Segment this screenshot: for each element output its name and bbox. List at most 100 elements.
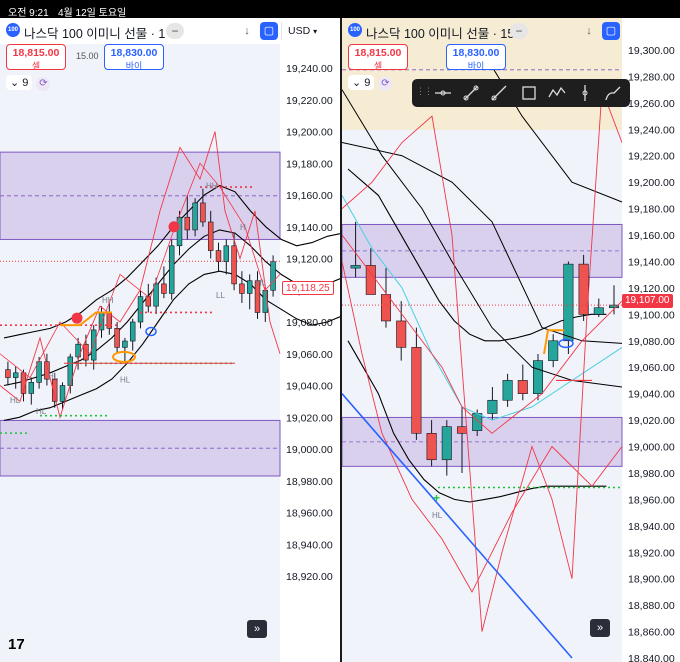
- price-tick-label: 19,180.00: [628, 204, 675, 216]
- price-tick-label: 19,000.00: [286, 444, 333, 456]
- candle-down: [207, 221, 214, 251]
- price-tick-label: 19,020.00: [628, 415, 675, 427]
- swing-label: HL: [36, 407, 47, 416]
- download-icon[interactable]: ↓: [582, 22, 596, 40]
- candle-down: [396, 320, 407, 348]
- chart-left-svg[interactable]: 19,240.00 19,220.00 19,200.00 19,180.00 19,1…: [0, 18, 340, 662]
- price-tick-label: 19,220.00: [286, 95, 333, 107]
- candle-up: [168, 245, 175, 294]
- candle-up: [36, 361, 42, 383]
- candle-up: [122, 340, 128, 348]
- candle-up: [593, 307, 604, 315]
- candle-down: [114, 328, 120, 348]
- minus-icon[interactable]: −: [166, 23, 184, 39]
- status-bar: 오전 9:21 4월 12일 토요일: [0, 0, 680, 19]
- buy-label: 바이: [467, 61, 485, 71]
- price-tick-label: 18,920.00: [628, 547, 675, 559]
- sell-button[interactable]: 18,815.00 셀: [6, 44, 66, 71]
- price-tick-label: 19,220.00: [628, 151, 675, 163]
- fullscreen-icon[interactable]: ▢: [260, 22, 278, 40]
- indicator-toggle[interactable]: ⌄ 9 ⟳: [348, 75, 393, 91]
- chart-header: 100 나스닥 100 이미니 선물 · 15 − ↓ ▢: [342, 18, 680, 44]
- price-tick-label: 19,160.00: [628, 230, 675, 242]
- download-icon[interactable]: ↓: [240, 22, 254, 40]
- price-tick-label: 18,860.00: [628, 627, 675, 639]
- minus-icon[interactable]: −: [510, 23, 528, 39]
- candle-down: [231, 245, 237, 285]
- fast-forward-icon[interactable]: »: [590, 619, 610, 637]
- candle-up: [350, 265, 361, 269]
- price-tick-label: 19,080.00: [628, 336, 675, 348]
- ray-tool-icon[interactable]: [490, 84, 508, 102]
- plus-marker: +: [433, 491, 440, 505]
- candle-down: [456, 426, 468, 434]
- price-tick-label: 18,960.00: [628, 494, 675, 506]
- buy-button[interactable]: 18,830.00 바이: [446, 44, 506, 71]
- chart-right-svg[interactable]: 19,300.00 19,280.00 19,260.00 19,240.00 19,2…: [342, 18, 680, 662]
- price-tick-label: 18,960.00: [286, 508, 333, 520]
- candle-down: [161, 283, 167, 294]
- signal-dot: [71, 312, 83, 324]
- currency-selector[interactable]: USD ▾: [281, 22, 340, 40]
- candle-up: [502, 380, 513, 401]
- chevron-down-icon: ⌄: [352, 77, 362, 89]
- trendline-tool-icon[interactable]: [462, 84, 480, 102]
- candle-up: [59, 385, 66, 402]
- candle-up: [246, 280, 253, 294]
- path-tool-icon[interactable]: [548, 84, 566, 102]
- candle-down: [83, 343, 89, 361]
- candle-up: [487, 399, 498, 414]
- candle-down: [578, 263, 589, 315]
- status-time: 오전 9:21: [8, 8, 49, 19]
- price-tick-label: 18,900.00: [628, 574, 675, 586]
- candle-up: [472, 413, 483, 431]
- candle-up: [28, 382, 35, 394]
- brush-tool-icon[interactable]: [604, 84, 622, 102]
- vertical-line-tool-icon[interactable]: [576, 84, 594, 102]
- price-axis-background: [280, 18, 340, 662]
- candle-up: [223, 245, 230, 262]
- candle-up: [67, 356, 74, 386]
- sell-label: 셀: [373, 61, 383, 71]
- swing-label: LL: [216, 291, 225, 300]
- candle-up: [563, 263, 574, 342]
- candle-down: [184, 216, 191, 231]
- drawing-toolbar: ⋮⋮: [412, 79, 630, 107]
- price-tick-label: 19,140.00: [628, 256, 675, 268]
- plot-background: [0, 18, 280, 662]
- swing-label: HL: [120, 375, 131, 384]
- symbol-title[interactable]: 나스닥 100 이미니 선물 · 1: [24, 23, 165, 42]
- drag-handle-icon[interactable]: ⋮⋮: [416, 86, 433, 97]
- price-tick-label: 19,060.00: [628, 362, 675, 374]
- chevron-down-icon: ⌄: [10, 77, 20, 89]
- chart-pane-left[interactable]: 19,240.00 19,220.00 19,200.00 19,180.00 19,1…: [0, 18, 340, 662]
- price-tick-label: 19,200.00: [628, 177, 675, 189]
- horizontal-line-tool-icon[interactable]: [434, 84, 452, 102]
- candle-up: [12, 372, 19, 378]
- sync-icon[interactable]: ⟳: [36, 77, 51, 91]
- candle-up: [129, 321, 136, 342]
- chart-header: 100 나스닥 100 이미니 선물 · 1 − ↓ ▢ USD ▾: [0, 18, 340, 44]
- rectangle-tool-icon[interactable]: [520, 84, 538, 102]
- price-tick-label: 18,880.00: [628, 600, 675, 612]
- chart-pane-right[interactable]: 19,300.00 19,280.00 19,260.00 19,240.00 19,2…: [342, 18, 680, 662]
- candle-down: [239, 283, 245, 294]
- price-tick-label: 19,060.00: [286, 349, 333, 361]
- sell-label: 셀: [31, 61, 41, 71]
- swing-label: HL: [48, 372, 59, 381]
- buy-label: 바이: [125, 61, 143, 71]
- symbol-title[interactable]: 나스닥 100 이미니 선물 · 15: [366, 23, 514, 42]
- swing-label: H: [240, 223, 246, 232]
- sync-icon[interactable]: ⟳: [378, 77, 393, 91]
- price-tick-label: 18,980.00: [286, 476, 333, 488]
- candle-down: [411, 347, 422, 434]
- candle-up: [153, 283, 159, 307]
- buy-button[interactable]: 18,830.00 바이: [104, 44, 164, 71]
- candle-down: [517, 380, 528, 394]
- indicator-toggle[interactable]: ⌄ 9 ⟳: [6, 75, 51, 91]
- fast-forward-icon[interactable]: »: [247, 620, 267, 638]
- price-tick-label: 19,160.00: [286, 190, 333, 202]
- sell-button[interactable]: 18,815.00 셀: [348, 44, 408, 71]
- fullscreen-icon[interactable]: ▢: [602, 22, 620, 40]
- symbol-logo: 100: [348, 23, 362, 37]
